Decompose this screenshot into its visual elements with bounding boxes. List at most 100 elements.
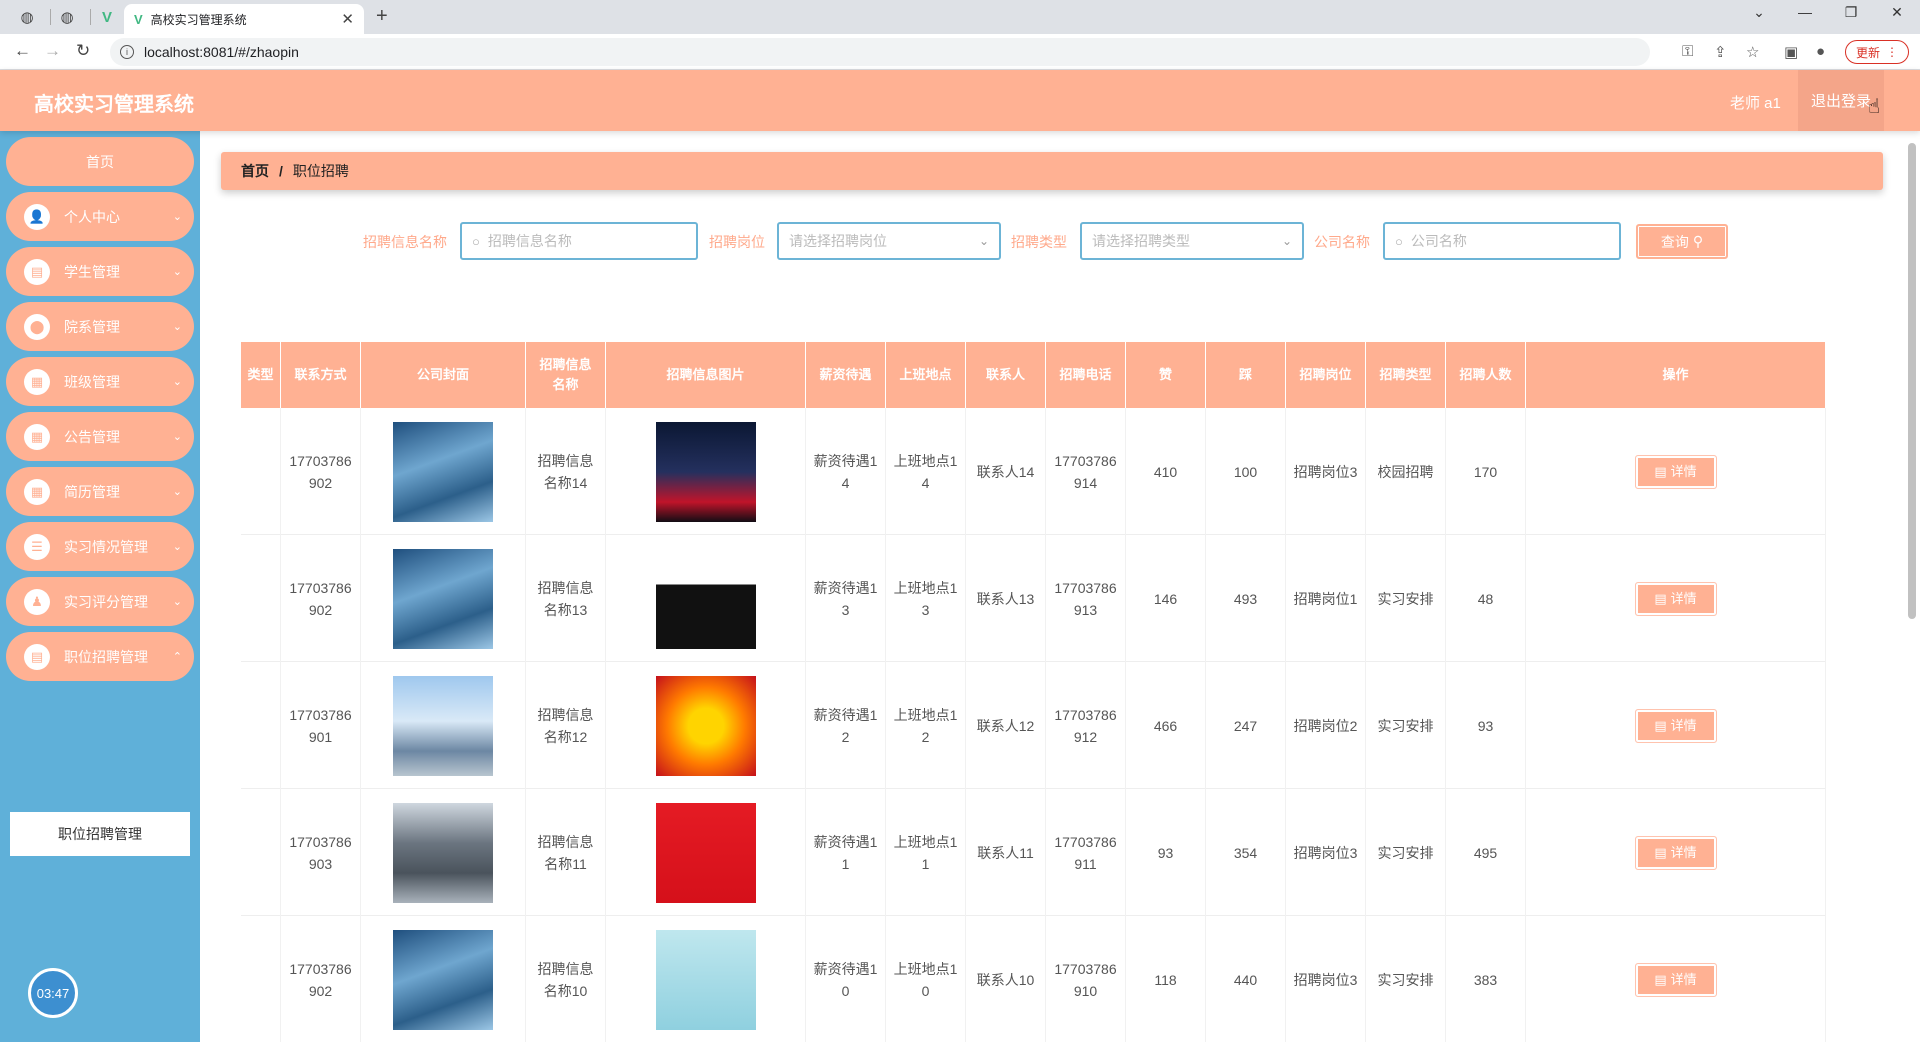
cell-text: 170 (1473, 463, 1498, 480)
company-cover-image[interactable] (393, 548, 493, 649)
url-text: localhost:8081/#/zhaopin (144, 44, 299, 60)
query-button[interactable]: 查询 ⚲ (1636, 224, 1728, 259)
sidebar-item-recruitment[interactable]: ▤ 职位招聘管理 ⌃ (6, 632, 194, 681)
detail-button[interactable]: ▤ 详情 (1634, 835, 1717, 870)
cell-text: 实习安排 (1377, 971, 1434, 988)
update-button[interactable]: 更新 ⋮ (1845, 40, 1909, 64)
sidebar-item-internship-status[interactable]: ☰ 实习情况管理 ⌄ (6, 522, 194, 571)
company-cover-image[interactable] (393, 675, 493, 776)
cell-phone: 17703786911 (1046, 789, 1126, 916)
detail-button[interactable]: ▤ 详情 (1634, 454, 1717, 489)
submenu-recruitment-management[interactable]: 职位招聘管理 (10, 812, 190, 856)
recruit-poster-image[interactable] (655, 675, 756, 776)
cell-text: 146 (1153, 590, 1178, 607)
sidepanel-icon[interactable]: ▣ (1784, 43, 1798, 61)
cell-actions: ▤ 详情 (1526, 916, 1826, 1042)
scrollbar-thumb[interactable] (1908, 143, 1916, 619)
search-post-label: 招聘岗位 (709, 234, 765, 250)
search-name-label: 招聘信息名称 (363, 234, 447, 250)
back-icon[interactable]: ← (14, 41, 31, 61)
browser-tab-bar: ◍ ◍ V V 高校实习管理系统 ✕ + ⌄ — ❐ ✕ (0, 0, 1920, 34)
column-header: 招聘信息名称 (526, 342, 606, 408)
recruit-poster-image[interactable] (655, 421, 756, 522)
recruit-poster-image[interactable] (655, 802, 756, 903)
close-icon[interactable]: ✕ (341, 10, 354, 28)
cell-like: 466 (1126, 662, 1206, 789)
cell-contact: 17703786901 (281, 662, 361, 789)
search-name-input[interactable]: ○ 招聘信息名称 (460, 222, 698, 260)
chevron-down-icon[interactable]: ⌄ (1744, 4, 1774, 21)
sidebar-item-announcements[interactable]: ▦ 公告管理 ⌄ (6, 412, 194, 461)
globe-icon[interactable]: ◍ (16, 6, 38, 28)
company-cover-image[interactable] (393, 802, 493, 903)
company-cover-image[interactable] (393, 421, 493, 522)
cell-text: 495 (1473, 844, 1498, 861)
cell-person: 联系人12 (966, 662, 1046, 789)
cell-count: 48 (1446, 535, 1526, 662)
grid-icon: ▦ (24, 478, 50, 505)
reload-icon[interactable]: ↻ (76, 41, 90, 61)
sidebar-item-departments[interactable]: ⬤ 院系管理 ⌄ (6, 302, 194, 351)
key-icon[interactable]: ⚿ (1682, 43, 1693, 60)
cell-text: 410 (1153, 463, 1178, 480)
forward-icon[interactable]: → (44, 41, 61, 61)
close-window-icon[interactable]: ✕ (1882, 4, 1912, 21)
search-type-select[interactable]: 请选择招聘类型 ⌄ (1080, 222, 1304, 260)
cell-recruit-image (606, 535, 806, 662)
cell-text: 17703786912 (1054, 706, 1117, 745)
cell-text: 118 (1154, 971, 1177, 988)
clock-widget[interactable]: 03:47 (28, 968, 78, 1018)
browser-tab-active[interactable]: V 高校实习管理系统 ✕ (124, 4, 364, 34)
url-input[interactable]: i localhost:8081/#/zhaopin (110, 38, 1650, 66)
chevron-up-icon: ⌃ (172, 651, 182, 663)
column-header: 联系人 (966, 342, 1046, 408)
restore-icon[interactable]: ❐ (1836, 4, 1866, 21)
recruit-poster-image[interactable] (655, 548, 756, 649)
globe-icon[interactable]: ◍ (56, 6, 78, 28)
column-header: 招聘信息图片 (606, 342, 806, 408)
cell-text: 实习安排 (1377, 844, 1434, 861)
vue-logo-icon[interactable]: V (96, 6, 118, 28)
cell-company-cover (361, 916, 526, 1042)
sidebar-item-resumes[interactable]: ▦ 简历管理 ⌄ (6, 467, 194, 516)
cell-text: 93 (1157, 844, 1174, 861)
sidebar-item-students[interactable]: ▤ 学生管理 ⌄ (6, 247, 194, 296)
cell-text: 招聘信息名称13 (537, 579, 594, 618)
search-company-input[interactable]: ○ 公司名称 (1383, 222, 1621, 260)
chevron-down-icon: ⌄ (1281, 234, 1292, 248)
cell-post: 招聘岗位3 (1286, 408, 1366, 535)
new-tab-icon[interactable]: + (376, 5, 388, 28)
chevron-down-icon: ⌄ (172, 376, 182, 388)
cell-phone: 17703786912 (1046, 662, 1126, 789)
minimize-icon[interactable]: — (1790, 4, 1820, 20)
cell-phone: 17703786910 (1046, 916, 1126, 1042)
table-row: 类型317703786902 招聘信息名称14 薪资待遇14 上班地点14 联系人14 1… (241, 408, 1826, 535)
detail-button[interactable]: ▤ 详情 (1634, 581, 1717, 616)
cell-text: 17703786903 (289, 833, 352, 872)
detail-button[interactable]: ▤ 详情 (1634, 708, 1717, 743)
sidebar-item-home[interactable]: 首页 (6, 137, 194, 186)
breadcrumb-home[interactable]: 首页 (241, 161, 269, 181)
sidebar-item-internship-scores[interactable]: ♟ 实习评分管理 ⌄ (6, 577, 194, 626)
company-cover-image[interactable] (393, 929, 493, 1030)
profile-icon[interactable]: ● (1816, 43, 1825, 60)
breadcrumb: 首页 / 职位招聘 (221, 152, 1883, 190)
recruit-poster-image[interactable] (655, 929, 756, 1030)
sidebar-item-label: 职位招聘管理 (64, 648, 148, 665)
share-icon[interactable]: ⇪ (1714, 43, 1727, 61)
star-icon[interactable]: ☆ (1746, 43, 1759, 61)
document-icon: ▤ (1654, 717, 1667, 733)
cell-text: 17703786910 (1054, 960, 1117, 999)
cell-text: 薪资待遇12 (813, 706, 878, 745)
column-header: 类型 (241, 342, 281, 408)
detail-button[interactable]: ▤ 详情 (1634, 962, 1717, 997)
sidebar-item-classes[interactable]: ▦ 班级管理 ⌄ (6, 357, 194, 406)
sidebar-item-personal-center[interactable]: 👤 个人中心 ⌄ (6, 192, 194, 241)
cell-salary: 薪资待遇13 (806, 535, 886, 662)
search-post-select[interactable]: 请选择招聘岗位 ⌄ (777, 222, 1001, 260)
vertical-scrollbar[interactable] (1904, 131, 1920, 1042)
cell-actions: ▤ 详情 (1526, 408, 1826, 535)
tab-separator (50, 9, 51, 25)
info-icon[interactable]: i (120, 45, 134, 59)
cell-actions: ▤ 详情 (1526, 535, 1826, 662)
